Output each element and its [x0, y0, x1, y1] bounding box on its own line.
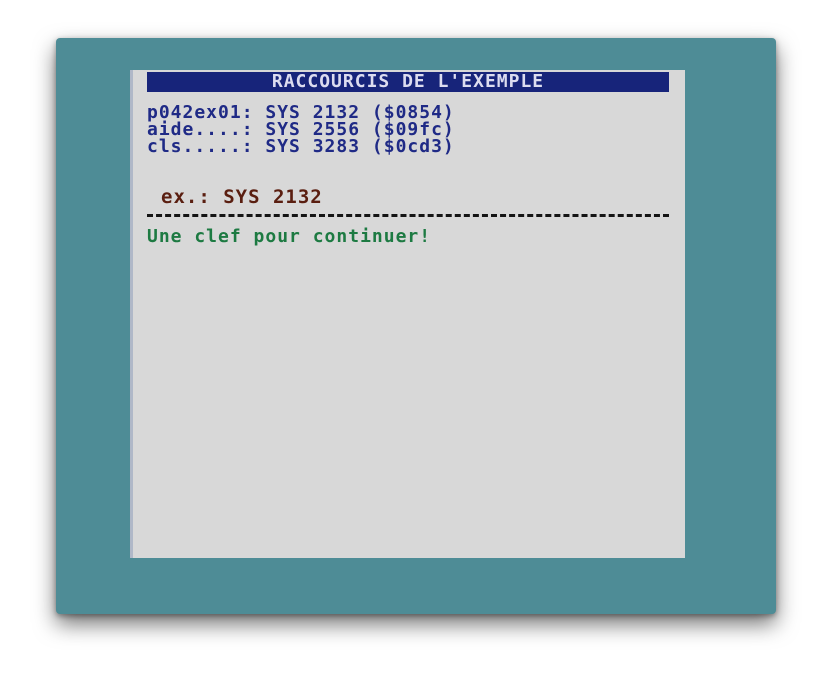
example-command: ex.: SYS 2132 — [161, 186, 323, 208]
c64-screen: RACCOURCIS DE L'EXEMPLE p042ex01: SYS 21… — [130, 70, 685, 558]
shortcut-line-cls: cls.....: SYS 3283 ($0cd3) — [147, 136, 455, 157]
dashed-divider — [147, 214, 669, 217]
continue-prompt: Une clef pour continuer! — [147, 226, 432, 247]
screen-title: RACCOURCIS DE L'EXEMPLE — [147, 72, 669, 92]
emulator-window: RACCOURCIS DE L'EXEMPLE p042ex01: SYS 21… — [56, 38, 776, 614]
